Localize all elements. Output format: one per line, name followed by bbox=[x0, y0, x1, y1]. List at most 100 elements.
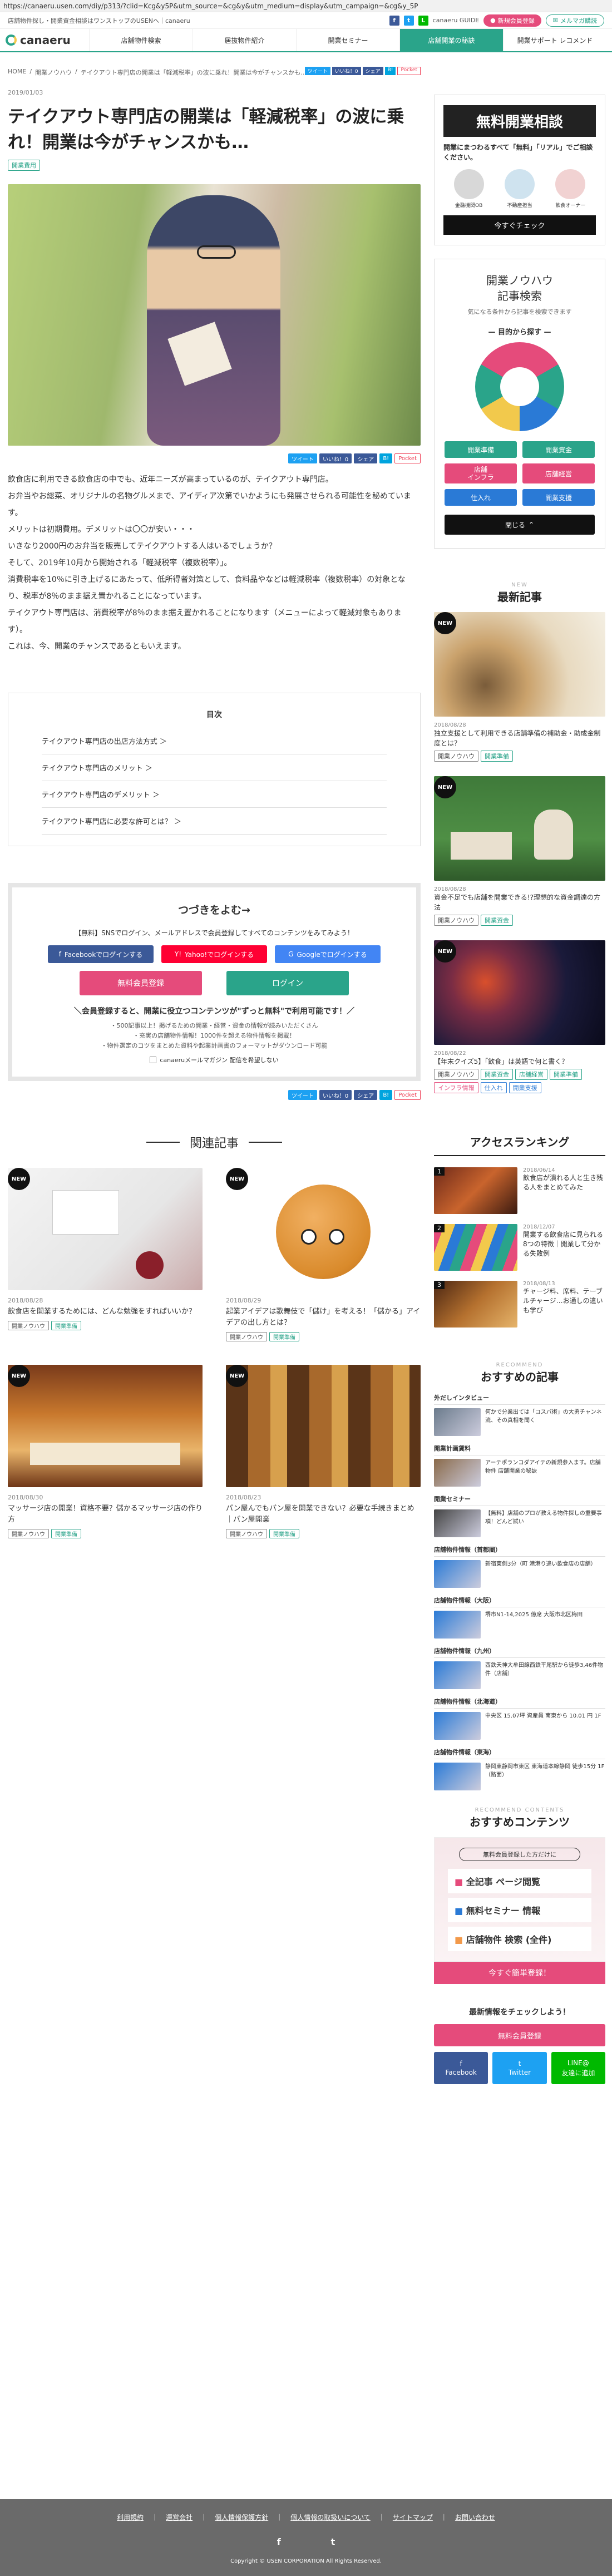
latest-tag[interactable]: 開業準備 bbox=[550, 1069, 582, 1080]
nav-item-secrets[interactable]: 店舗開業の秘訣 bbox=[399, 29, 503, 51]
footer-link-terms[interactable]: 利用規約 bbox=[117, 2513, 144, 2522]
related-tag[interactable]: 開業準備 bbox=[51, 1321, 81, 1330]
related-card[interactable]: NEW 2018/08/30 マッサージ店の開業！資格不要？儲かるマッサージ店の… bbox=[8, 1365, 203, 1538]
line-icon[interactable]: L bbox=[418, 15, 428, 26]
header-pocket-button[interactable]: Pocket bbox=[397, 67, 421, 75]
recommend-item[interactable]: 店舗物件情報（九州） 西鉄天神大牟田線西鉄平尾駅から徒歩3,46件物件（店舗） bbox=[434, 1646, 605, 1689]
latest-item[interactable]: NEW 2018/08/22 【年末クイズ5】「飲食」は英語で何と書く？ 開業ノ… bbox=[434, 940, 605, 1093]
latest-tag[interactable]: 開業支援 bbox=[509, 1082, 541, 1093]
hatena-button[interactable]: B! bbox=[379, 1090, 393, 1100]
search-button-manage[interactable]: 店舗経営 bbox=[522, 463, 595, 483]
search-button-support[interactable]: 開業支援 bbox=[522, 489, 595, 506]
breadcrumb-home[interactable]: HOME bbox=[8, 68, 26, 77]
related-tag[interactable]: 開業準備 bbox=[269, 1529, 299, 1538]
related-tag[interactable]: 開業準備 bbox=[51, 1529, 81, 1538]
follow-twitter-button[interactable]: t Twitter bbox=[492, 2052, 547, 2084]
toc-item[interactable]: テイクアウト専門店に必要な許可とは？ ＞ bbox=[42, 808, 387, 835]
like-button[interactable]: いいね！0 bbox=[319, 1090, 352, 1100]
consult-banner[interactable]: 無料開業相談 開業にまつわるすべて「無料」「リアル」でご相談ください。 金融機関… bbox=[434, 95, 605, 245]
related-card[interactable]: NEW 2018/08/28 飲食店を開業するためには、どんな勉強をすればいいか… bbox=[8, 1168, 203, 1341]
nav-item-seminar[interactable]: 開業セミナー bbox=[296, 29, 399, 51]
search-button-purchase[interactable]: 仕入れ bbox=[445, 489, 517, 506]
hatena-button[interactable]: B! bbox=[379, 453, 393, 463]
follow-line-button[interactable]: LINE@ 友達に追加 bbox=[551, 2052, 605, 2084]
latest-item[interactable]: NEW 2018/08/28 資金不足でも店舗を開業できる!?理想的な資金調達の… bbox=[434, 776, 605, 926]
share-button[interactable]: シェア bbox=[354, 453, 378, 463]
new-register-button[interactable]: ● 新規会員登録 bbox=[483, 14, 541, 27]
footer-link-company[interactable]: 運営会社 bbox=[166, 2513, 193, 2522]
mail-optout-checkbox[interactable] bbox=[150, 1057, 157, 1063]
guide-link[interactable]: canaeru GUIDE bbox=[433, 17, 480, 24]
pocket-button[interactable]: Pocket bbox=[394, 453, 421, 463]
latest-tag[interactable]: 開業ノウハウ bbox=[434, 1069, 478, 1080]
related-card[interactable]: NEW 2018/08/23 パン屋んでもパン屋を開業できない？必要な手続きまと… bbox=[226, 1365, 421, 1538]
yahoo-login-button[interactable]: Y! Yahoo!でログインする bbox=[161, 945, 267, 963]
header-like-button[interactable]: いいね！0 bbox=[332, 67, 361, 75]
nav-item-support[interactable]: 開業サポート レコメンド bbox=[503, 29, 606, 51]
site-logo[interactable]: canaeru bbox=[6, 33, 89, 47]
latest-tag[interactable]: 開業資金 bbox=[481, 915, 513, 926]
ranking-item[interactable]: 1 2018/06/14 飲食店が潰れる人と生き残る人をまとめてみた bbox=[434, 1167, 605, 1214]
search-button-prep[interactable]: 開業準備 bbox=[445, 441, 517, 458]
related-tag[interactable]: 開業ノウハウ bbox=[8, 1321, 49, 1330]
footer-link-personal-info[interactable]: 個人情報の取扱いについて bbox=[290, 2513, 371, 2522]
latest-tag[interactable]: 開業資金 bbox=[481, 1069, 513, 1080]
latest-tag[interactable]: インフラ情報 bbox=[434, 1082, 478, 1093]
recommend-item[interactable]: 店舗物件情報（東海） 静岡東静岡市東区 東海道本線静岡 徒歩15分 1F（路面） bbox=[434, 1748, 605, 1790]
twitter-icon[interactable]: t bbox=[403, 15, 414, 26]
search-close-button[interactable]: 閉じる ⌃ bbox=[445, 515, 595, 535]
recommend-item[interactable]: 店舗物件情報（首都圏） 新宿東側3分（町 港港り違い飲食店の店舗） bbox=[434, 1545, 605, 1588]
latest-tag[interactable]: 開業準備 bbox=[481, 751, 513, 762]
related-tag[interactable]: 開業ノウハウ bbox=[226, 1332, 267, 1341]
pocket-button[interactable]: Pocket bbox=[394, 1090, 421, 1100]
content-box[interactable]: 無料会員登録した方だけに ■ 全記事 ページ閲覧 ■ 無料セミナー 情報 ■ 店… bbox=[434, 1837, 605, 1962]
follow-facebook-button[interactable]: f Facebook bbox=[434, 2052, 488, 2084]
ranking-item[interactable]: 3 2018/08/13 チャージ料、席料、テーブルチャージ…お通しの違いも学び bbox=[434, 1281, 605, 1328]
breadcrumb-category[interactable]: 開業ノウハウ bbox=[35, 68, 72, 77]
search-button-funds[interactable]: 開業資金 bbox=[522, 441, 595, 458]
mail-subscribe-button[interactable]: ✉ メルマガ購読 bbox=[545, 14, 604, 27]
follow-register-button[interactable]: 無料会員登録 bbox=[434, 2024, 605, 2046]
like-button[interactable]: いいね！0 bbox=[319, 453, 352, 463]
toc-item[interactable]: テイクアウト専門店の出店方法方式 ＞ bbox=[42, 728, 387, 754]
facebook-login-button[interactable]: f Facebookでログインする bbox=[48, 945, 154, 963]
header-hatena-button[interactable]: B! bbox=[384, 67, 396, 75]
facebook-icon[interactable]: f bbox=[389, 15, 399, 26]
recommend-item[interactable]: 店舗物件情報（北海道） 中央区 15.07坪 資産員 南東から 10.01 円 1… bbox=[434, 1697, 605, 1740]
footer-link-privacy[interactable]: 個人情報保護方針 bbox=[215, 2513, 268, 2522]
google-login-button[interactable]: G Googleでログインする bbox=[275, 945, 381, 963]
nav-item-inuki[interactable]: 居抜物件紹介 bbox=[193, 29, 296, 51]
footer-facebook-icon[interactable]: f bbox=[277, 2536, 281, 2547]
login-button[interactable]: ログイン bbox=[226, 971, 349, 995]
search-button-infra[interactable]: 店舗 インフラ bbox=[445, 463, 517, 483]
tweet-button[interactable]: ツイート bbox=[288, 453, 317, 463]
header-tweet-button[interactable]: ツイート bbox=[304, 67, 330, 75]
recommend-item[interactable]: 開業計画賃料 アーテポランコダアイテの新規参入ます。店舗物件 店舗開業の秘訣 bbox=[434, 1444, 605, 1487]
latest-item[interactable]: NEW 2018/08/28 独立支援として利用できる店舗準備の補助金・助成金制… bbox=[434, 612, 605, 762]
related-tag[interactable]: 開業準備 bbox=[269, 1332, 299, 1341]
recommend-item[interactable]: 外だしインタビュー 何かで分業出ては「コスパ術」の大勇チャンネ流、その真相を聞く bbox=[434, 1393, 605, 1436]
tweet-button[interactable]: ツイート bbox=[288, 1090, 317, 1100]
related-tag[interactable]: 開業ノウハウ bbox=[8, 1529, 49, 1538]
related-tag[interactable]: 開業ノウハウ bbox=[226, 1529, 267, 1538]
latest-tag[interactable]: 仕入れ bbox=[480, 1082, 507, 1093]
nav-item-property-search[interactable]: 店舗物件検索 bbox=[89, 29, 193, 51]
toc-item[interactable]: テイクアウト専門店のデメリット ＞ bbox=[42, 781, 387, 808]
related-card[interactable]: NEW 2018/08/29 起業アイデアは歌舞伎で「儲け」を考える！「儲かる」… bbox=[226, 1168, 421, 1341]
ranking-item[interactable]: 2 2018/12/07 開業する飲食店に見られる8つの特徴｜開業して分かる失敗例 bbox=[434, 1224, 605, 1271]
article-category-tag[interactable]: 開業費用 bbox=[8, 160, 40, 171]
footer-link-contact[interactable]: お問い合わせ bbox=[455, 2513, 495, 2522]
recommend-item[interactable]: 開業セミナー 【無料】店舗のプロが教える物件探しの重要事項！どんど試い bbox=[434, 1494, 605, 1537]
share-button[interactable]: シェア bbox=[354, 1090, 378, 1100]
url-bar[interactable]: https://canaeru.usen.com/diy/p313/?clid=… bbox=[0, 0, 612, 12]
consult-button[interactable]: 今すぐチェック bbox=[443, 215, 596, 235]
register-button[interactable]: 無料会員登録 bbox=[80, 971, 202, 995]
footer-link-sitemap[interactable]: サイトマップ bbox=[393, 2513, 433, 2522]
content-register-button[interactable]: 今すぐ簡単登録！ bbox=[434, 1962, 605, 1984]
latest-tag[interactable]: 開業ノウハウ bbox=[434, 751, 478, 762]
recommend-item[interactable]: 店舗物件情報（大阪） 堺市N1-14,2025 億席 大阪市北区梅田 bbox=[434, 1596, 605, 1639]
header-share-button[interactable]: シェア bbox=[362, 67, 383, 75]
purpose-wheel[interactable] bbox=[475, 342, 564, 431]
footer-twitter-icon[interactable]: t bbox=[331, 2536, 335, 2547]
latest-tag[interactable]: 開業ノウハウ bbox=[434, 915, 478, 926]
